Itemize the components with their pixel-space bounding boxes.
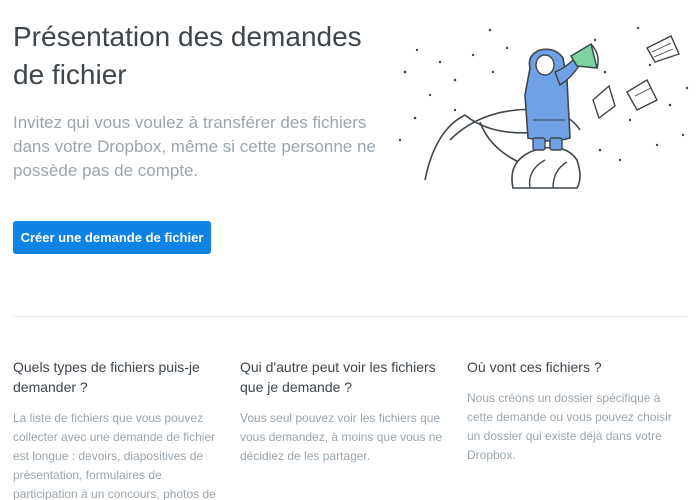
page-description: Invitez qui vous voulez à transférer des… bbox=[13, 113, 376, 180]
faq-item: Quels types de fichiers puis-je demander… bbox=[13, 357, 223, 500]
faq-answer: Vous seul pouvez voir les fichiers que v… bbox=[240, 411, 443, 463]
faq-question: Quels types de fichiers puis-je demander… bbox=[13, 359, 200, 395]
faq-item: Où vont ces fichiers ? Nous créons un do… bbox=[467, 357, 677, 465]
faq-item: Qui d'autre peut voir les fichiers que j… bbox=[240, 357, 450, 466]
person-with-megaphone-illustration bbox=[398, 26, 689, 189]
faq-question: Où vont ces fichiers ? bbox=[467, 359, 602, 375]
faq-answer: La liste de fichiers que vous pouvez col… bbox=[13, 411, 216, 500]
section-divider bbox=[13, 316, 687, 317]
file-requests-page: Présentation des demandes de fichier Inv… bbox=[0, 0, 700, 500]
faq-answer: Nous créons un dossier spécifique à cett… bbox=[467, 391, 672, 462]
create-file-request-button[interactable]: Créer une demande de fichier bbox=[13, 221, 211, 254]
faq-question: Qui d'autre peut voir les fichiers que j… bbox=[240, 359, 436, 395]
page-title: Présentation des demandes de fichier bbox=[13, 21, 362, 90]
